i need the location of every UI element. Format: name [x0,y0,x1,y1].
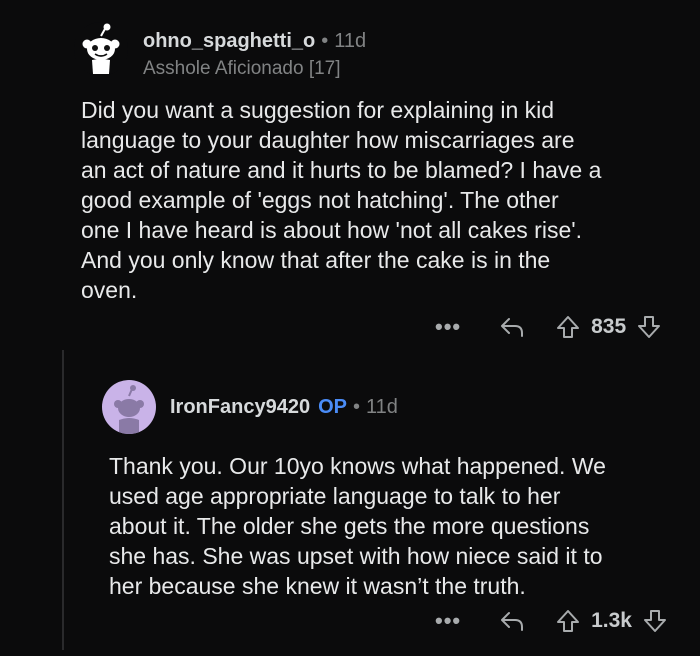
meta-separator: • [352,396,360,418]
body-line: about it. The older she gets the more qu… [109,513,590,539]
comment-actions: ••• 1.3k [435,608,668,634]
username[interactable]: IronFancy9420 [170,396,310,418]
comment-actions: ••• 835 [435,314,662,340]
thread-line[interactable] [62,350,64,650]
comment-body: Did you want a suggestion for explaining… [81,95,681,305]
comment-body: Thank you. Our 10yo knows what happened.… [109,451,689,601]
body-line: language to your daughter how miscarriag… [81,127,575,153]
body-line: her because she knew it wasn’t the truth… [109,573,526,599]
body-line: oven. [81,277,138,303]
avatar-ohno[interactable] [74,22,128,76]
upvote-icon[interactable] [555,608,581,634]
body-line: Did you want a suggestion for explaining… [81,97,555,123]
more-options-button[interactable]: ••• [435,608,461,634]
body-line: good example of 'eggs not hatching'. The… [81,187,559,213]
meta-separator: • [321,30,329,52]
vote-score: 1.3k [591,609,632,632]
downvote-icon[interactable] [636,314,662,340]
comment-meta: IronFancy9420 OP • 11d [170,396,398,419]
reply-icon[interactable] [499,316,525,338]
body-line: one I have heard is about how 'not all c… [81,217,583,243]
reply-icon[interactable] [499,610,525,632]
op-badge: OP [318,396,347,418]
user-flair: Asshole Aficionado [17] [143,58,341,79]
body-line: she has. She was upset with how niece sa… [109,543,603,569]
more-options-button[interactable]: ••• [435,314,461,340]
body-line: used age appropriate language to talk to… [109,483,561,509]
body-line: Thank you. Our 10yo knows what happened.… [109,453,606,479]
avatar-ironfancy[interactable] [102,380,156,434]
comment-age: 11d [334,30,367,52]
username[interactable]: ohno_spaghetti_o [143,30,315,52]
body-line: And you only know that after the cake is… [81,247,551,273]
comment-age: 11d [366,396,398,418]
body-line: an act of nature and it hurts to be blam… [81,157,602,183]
snoo-avatar-icon [114,385,144,434]
snoo-avatar-icon [82,23,120,74]
downvote-icon[interactable] [642,608,668,634]
upvote-icon[interactable] [555,314,581,340]
comment-meta: ohno_spaghetti_o • 11d [143,30,366,53]
vote-score: 835 [591,315,627,338]
